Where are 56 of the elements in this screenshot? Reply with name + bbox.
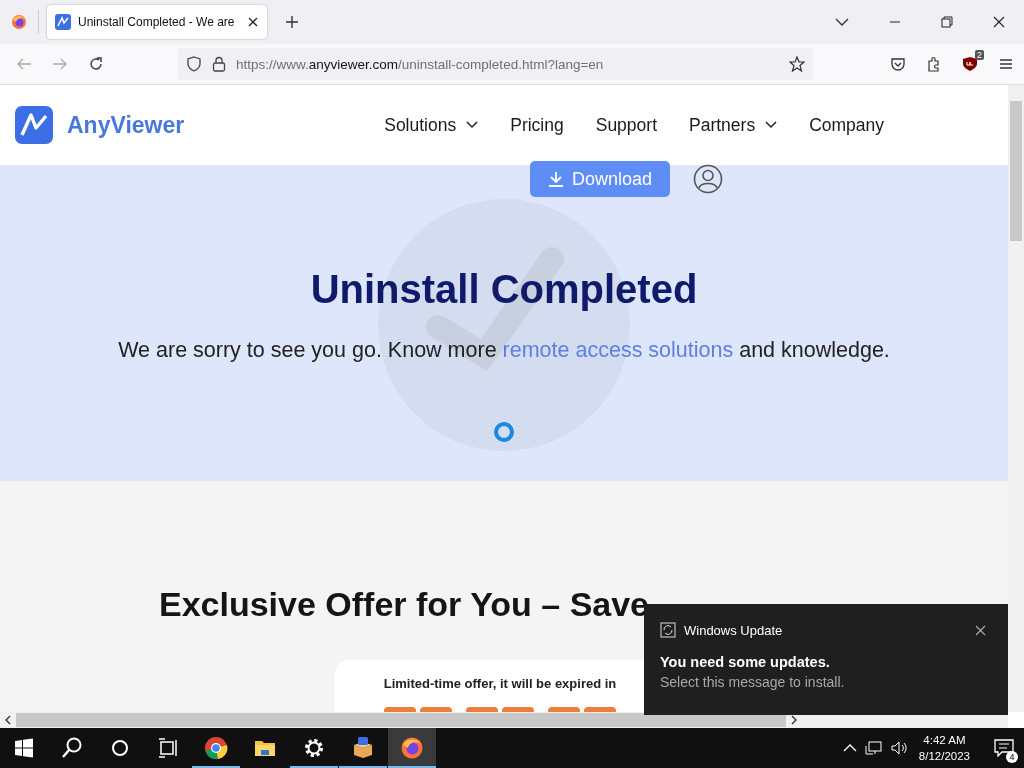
logo-icon[interactable]: [15, 106, 53, 144]
restore-icon[interactable]: [941, 16, 953, 28]
windows-start-icon[interactable]: [12, 736, 36, 760]
network-icon[interactable]: [864, 740, 883, 756]
shield-extension-icon[interactable]: [962, 56, 978, 72]
chevron-up-icon[interactable]: [842, 743, 857, 753]
close-icon[interactable]: [993, 16, 1005, 28]
notification-app-name: Windows Update: [684, 622, 783, 638]
hero-text: We are sorry to see you go. Know more remote access solutions and knowledge.: [118, 338, 890, 363]
chrome-icon: [204, 736, 228, 760]
nav-link[interactable]: Partners: [689, 114, 778, 136]
download-icon: [547, 171, 564, 187]
logo-text[interactable]: AnyViewer: [67, 111, 185, 139]
volume-icon[interactable]: [890, 740, 909, 756]
nav-link[interactable]: Support: [595, 114, 657, 136]
gear-icon: [302, 736, 326, 760]
chevron-down-icon: [765, 121, 778, 129]
update-icon: [660, 622, 676, 638]
scroll-left-icon[interactable]: [4, 715, 12, 725]
bookmark-star-icon[interactable]: [789, 56, 805, 72]
close-icon[interactable]: [975, 624, 986, 636]
notification-toast[interactable]: Windows Update You need some updates. Select this message to install.: [644, 604, 1008, 715]
clock[interactable]: 4:42 AM 8/12/2023: [918, 732, 970, 764]
count-badge: 4: [1006, 751, 1018, 763]
taskbar-button[interactable]: [388, 728, 436, 768]
close-icon[interactable]: [247, 16, 259, 28]
notification-text: Select this message to install.: [660, 674, 846, 690]
card-text: Limited-time offer, it will be expired in: [383, 676, 617, 691]
firefox-icon[interactable]: [11, 14, 27, 30]
app-logo-icon: [55, 14, 71, 30]
page-heading: Uninstall Completed: [310, 267, 698, 312]
user-icon[interactable]: [693, 164, 723, 194]
horizontal-scrollbar[interactable]: [0, 712, 1008, 728]
firefox-icon: [400, 736, 424, 760]
nav-link[interactable]: Company: [809, 114, 885, 136]
notification-title: You need some updates.: [660, 654, 831, 670]
task-view-icon[interactable]: [156, 736, 180, 760]
reload-icon[interactable]: [88, 56, 104, 72]
browser-tab[interactable]: Uninstall Completed - We are: [47, 5, 267, 39]
lock-icon: [212, 56, 226, 72]
vertical-scrollbar[interactable]: [1008, 85, 1024, 712]
nav-link[interactable]: Solutions: [384, 114, 479, 136]
nav-link[interactable]: Pricing: [510, 114, 564, 136]
search-icon[interactable]: [60, 736, 84, 760]
puzzle-icon[interactable]: [926, 56, 942, 72]
address-bar[interactable]: https://www.anyviewer.com/uninstall-completed.html?lang=en: [178, 48, 813, 80]
package-icon: [351, 736, 375, 760]
pocket-icon[interactable]: [890, 56, 906, 72]
menu-icon[interactable]: [998, 56, 1014, 72]
url-text: https://www.anyviewer.com/uninstall-completed.html?lang=en: [236, 56, 604, 72]
count-badge: 2: [975, 50, 984, 60]
loading-spinner-icon: [493, 421, 515, 443]
shield-icon: [186, 56, 202, 72]
chevron-down-icon: [466, 121, 479, 129]
tab-title: Uninstall Completed - We are: [78, 15, 236, 29]
new-tab-icon[interactable]: [285, 15, 299, 29]
